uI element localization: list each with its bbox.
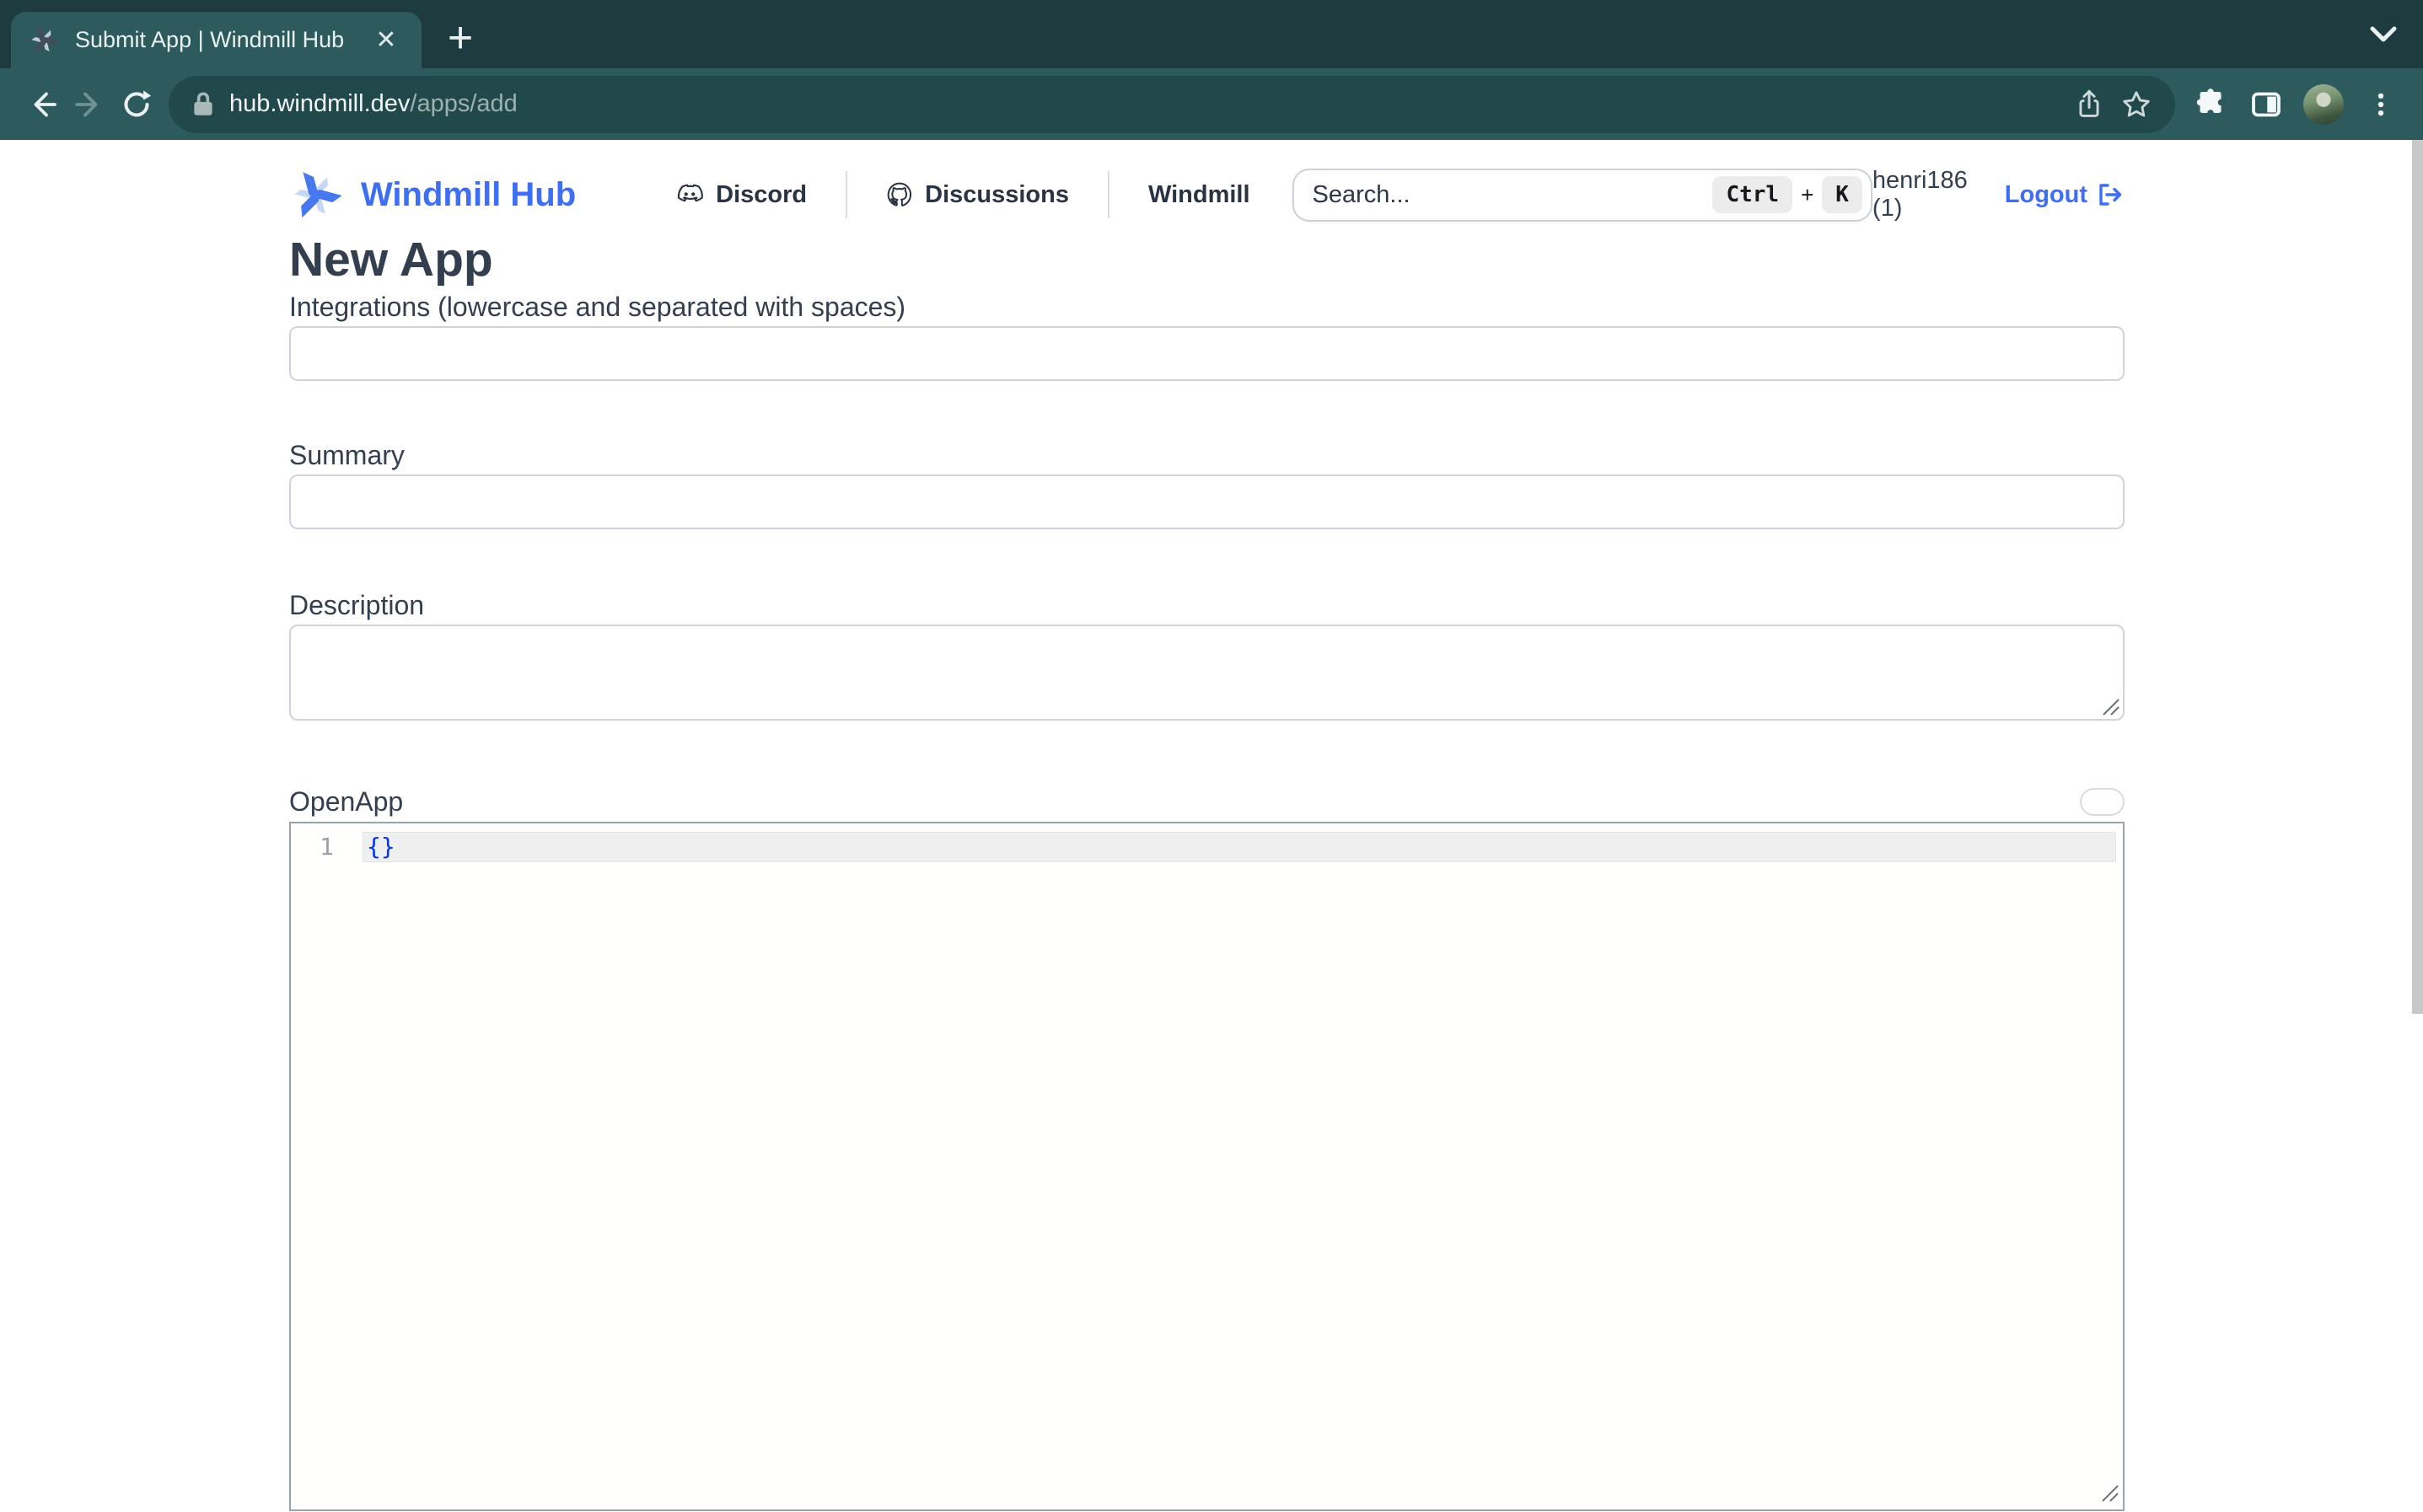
discord-icon bbox=[675, 183, 704, 206]
nav-divider bbox=[1108, 171, 1109, 218]
nav-divider bbox=[846, 171, 847, 218]
windmill-favicon-icon bbox=[28, 24, 60, 56]
brand-link[interactable]: Windmill Hub bbox=[289, 169, 576, 222]
forward-button[interactable] bbox=[66, 81, 113, 128]
side-panel-icon[interactable] bbox=[2243, 81, 2290, 128]
browser-tab[interactable]: Submit App | Windmill Hub ✕ bbox=[11, 12, 422, 68]
tab-search-chevron-icon[interactable] bbox=[2366, 22, 2401, 47]
github-icon bbox=[886, 181, 913, 208]
logout-icon bbox=[2096, 181, 2125, 208]
user-box: henri186 (1) Logout bbox=[1872, 167, 2125, 223]
back-button[interactable] bbox=[19, 81, 66, 128]
openapp-label: OpenApp bbox=[289, 786, 403, 817]
extensions-puzzle-icon[interactable] bbox=[2187, 81, 2234, 128]
page-scrollbar[interactable] bbox=[2412, 140, 2423, 1014]
browser-toolbar: hub.windmill.dev/apps/add bbox=[0, 68, 2423, 140]
url-path: /apps/add bbox=[410, 90, 517, 117]
summary-label: Summary bbox=[289, 440, 2125, 470]
integrations-input[interactable] bbox=[289, 326, 2125, 381]
tab-close-icon[interactable]: ✕ bbox=[368, 22, 405, 59]
address-bar[interactable]: hub.windmill.dev/apps/add bbox=[169, 76, 2175, 133]
page-viewport: Windmill Hub Discord bbox=[0, 140, 2423, 1512]
kbd-plus: + bbox=[1801, 182, 1813, 208]
openapp-toggle[interactable] bbox=[2080, 788, 2125, 816]
username: henri186 (1) bbox=[1872, 167, 1983, 223]
search-input[interactable] bbox=[1313, 181, 1713, 209]
editor-line-number: 1 bbox=[291, 832, 363, 862]
share-icon[interactable] bbox=[2066, 81, 2113, 128]
new-tab-button[interactable]: + bbox=[437, 14, 484, 62]
nav-item-discussions[interactable]: Discussions bbox=[886, 181, 1069, 209]
reload-button[interactable] bbox=[113, 81, 160, 128]
padlock-icon[interactable] bbox=[191, 90, 216, 119]
nav-label: Discussions bbox=[925, 181, 1069, 209]
editor-resize-handle-icon[interactable] bbox=[2098, 1481, 2119, 1503]
nav-label: Discord bbox=[716, 181, 807, 209]
summary-input[interactable] bbox=[289, 475, 2125, 529]
logout-label: Logout bbox=[2005, 181, 2087, 209]
main-nav: Discord Discussions Windmill bbox=[675, 171, 1249, 218]
nav-item-windmill[interactable]: Windmill bbox=[1148, 181, 1250, 209]
resize-handle-icon[interactable] bbox=[2098, 694, 2120, 716]
kbd-k: K bbox=[1822, 176, 1862, 213]
description-label: Description bbox=[289, 590, 2125, 620]
editor-line: 1 {} bbox=[291, 832, 2123, 862]
url-text: hub.windmill.dev/apps/add bbox=[229, 90, 2066, 118]
brand-name: Windmill Hub bbox=[361, 176, 576, 214]
description-textarea[interactable] bbox=[289, 625, 2125, 721]
toolbar-right-cluster bbox=[2187, 81, 2404, 128]
browser-tab-strip: Submit App | Windmill Hub ✕ + bbox=[0, 0, 2423, 68]
editor-code-content[interactable]: {} bbox=[363, 832, 2116, 862]
site-header: Windmill Hub Discord bbox=[289, 168, 2125, 222]
integrations-label: Integrations (lowercase and separated wi… bbox=[289, 292, 2125, 322]
nav-item-discord[interactable]: Discord bbox=[675, 181, 807, 209]
logout-link[interactable]: Logout bbox=[2005, 181, 2125, 209]
search-box[interactable]: Ctrl + K bbox=[1292, 169, 1872, 222]
windmill-logo-icon bbox=[289, 169, 342, 222]
tab-title: Submit App | Windmill Hub bbox=[75, 27, 368, 53]
url-host: hub.windmill.dev bbox=[229, 90, 410, 117]
profile-avatar[interactable] bbox=[2303, 84, 2344, 125]
browser-menu-icon[interactable] bbox=[2357, 81, 2404, 128]
kbd-ctrl: Ctrl bbox=[1712, 176, 1792, 213]
bookmark-star-icon[interactable] bbox=[2113, 81, 2160, 128]
nav-label: Windmill bbox=[1148, 181, 1250, 209]
page-title: New App bbox=[289, 235, 2125, 284]
openapp-code-editor[interactable]: 1 {} bbox=[289, 822, 2125, 1511]
